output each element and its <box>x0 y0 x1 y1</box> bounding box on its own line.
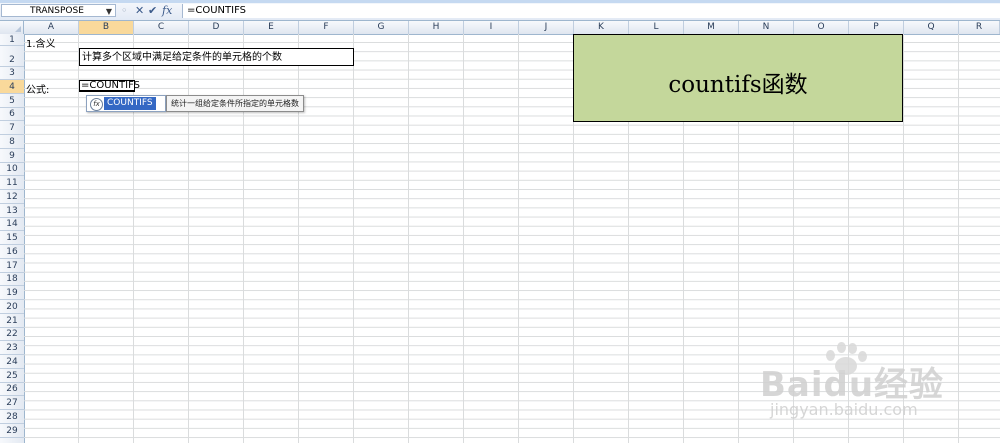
watermark-url: jingyan.baidu.com <box>770 400 918 419</box>
row-header[interactable]: 3 <box>0 67 24 80</box>
column-header-m[interactable]: M <box>684 21 739 34</box>
close-icon[interactable]: ✕ <box>135 4 144 18</box>
row-header[interactable]: 24 <box>0 355 24 369</box>
watermark: Baidu经验 jingyan.baidu.com <box>760 342 990 435</box>
check-icon[interactable]: ✔ <box>148 4 157 18</box>
row-header[interactable]: 2 <box>0 46 24 67</box>
insert-function-icon[interactable]: fx <box>162 4 172 18</box>
row-header[interactable]: 15 <box>0 231 24 245</box>
row-header[interactable]: 7 <box>0 121 24 135</box>
name-box[interactable]: TRANSPOSE ▼ <box>1 4 116 17</box>
title-shape-text: countifs函数 <box>668 72 808 98</box>
column-header-c[interactable]: C <box>134 21 189 34</box>
cell-a1[interactable]: 1.含义 <box>26 35 56 50</box>
chevron-down-icon[interactable]: ▼ <box>106 5 112 18</box>
cell-a4[interactable]: 公式: <box>26 81 49 96</box>
row-header[interactable]: 10 <box>0 163 24 176</box>
column-header-r[interactable]: R <box>959 21 1000 34</box>
formula-buttons: ◦ ✕ ✔ fx <box>119 4 179 18</box>
row-header[interactable]: 16 <box>0 245 24 259</box>
column-header-n[interactable]: N <box>739 21 794 34</box>
watermark-brand: Baidu经验 <box>760 365 945 405</box>
active-cell-b4[interactable]: =COUNTIFS <box>79 80 140 92</box>
column-headers: A B C D E F G H I J K L M N O P Q R <box>0 21 1000 35</box>
row-header[interactable]: 18 <box>0 273 24 286</box>
row-header[interactable]: 14 <box>0 218 24 231</box>
row-header[interactable]: 1 <box>0 34 24 46</box>
row-header[interactable]: 20 <box>0 300 24 314</box>
row-header[interactable]: 17 <box>0 259 24 273</box>
row-header[interactable]: 6 <box>0 108 24 121</box>
autocomplete-list: fx COUNTIFS <box>86 95 166 112</box>
column-header-h[interactable]: H <box>409 21 464 34</box>
column-header-a[interactable]: A <box>24 21 79 34</box>
row-header[interactable]: 22 <box>0 328 24 341</box>
name-box-value: TRANSPOSE <box>30 6 84 16</box>
row-header[interactable]: 29 <box>0 424 24 438</box>
row-header[interactable]: 23 <box>0 341 24 355</box>
row-header[interactable]: 12 <box>0 190 24 204</box>
row-header[interactable]: 19 <box>0 286 24 300</box>
column-header-e[interactable]: E <box>244 21 299 34</box>
column-header-q[interactable]: Q <box>904 21 959 34</box>
column-header-p[interactable]: P <box>849 21 904 34</box>
row-header[interactable]: 28 <box>0 410 24 424</box>
column-header-f[interactable]: F <box>299 21 354 34</box>
title-shape[interactable]: countifs函数 <box>573 34 903 122</box>
column-header-i[interactable]: I <box>464 21 519 34</box>
grip-icon: ◦ <box>121 4 128 17</box>
column-header-o[interactable]: O <box>794 21 849 34</box>
row-header[interactable]: 27 <box>0 396 24 410</box>
column-header-b[interactable]: B <box>79 21 134 34</box>
row-header[interactable]: 21 <box>0 314 24 328</box>
row-header[interactable]: 8 <box>0 135 24 149</box>
column-header-j[interactable]: J <box>519 21 574 34</box>
row-header[interactable]: 4 <box>0 80 24 94</box>
column-header-l[interactable]: L <box>629 21 684 34</box>
row-header[interactable]: 26 <box>0 383 24 396</box>
row-header[interactable]: 25 <box>0 369 24 383</box>
row-header[interactable]: 5 <box>0 94 24 108</box>
cell-b2[interactable]: 计算多个区域中满足给定条件的单元格的个数 <box>79 48 354 66</box>
formula-input[interactable]: =COUNTIFS <box>182 4 1000 18</box>
function-tooltip: 统计一组给定条件所指定的单元格数 <box>166 95 304 112</box>
row-headers: 1 2 3 4 5 6 7 8 9 10 11 12 13 14 15 16 1… <box>0 34 25 443</box>
autocomplete-option[interactable]: COUNTIFS <box>104 97 156 110</box>
row-header[interactable]: 9 <box>0 149 24 163</box>
row-header[interactable]: 13 <box>0 204 24 218</box>
select-all-button[interactable] <box>0 21 24 34</box>
column-header-g[interactable]: G <box>354 21 409 34</box>
row-header[interactable]: 11 <box>0 176 24 190</box>
formula-bar: TRANSPOSE ▼ ◦ ✕ ✔ fx =COUNTIFS <box>0 3 1000 21</box>
function-icon: fx <box>90 98 103 111</box>
column-header-k[interactable]: K <box>574 21 629 34</box>
column-header-d[interactable]: D <box>189 21 244 34</box>
